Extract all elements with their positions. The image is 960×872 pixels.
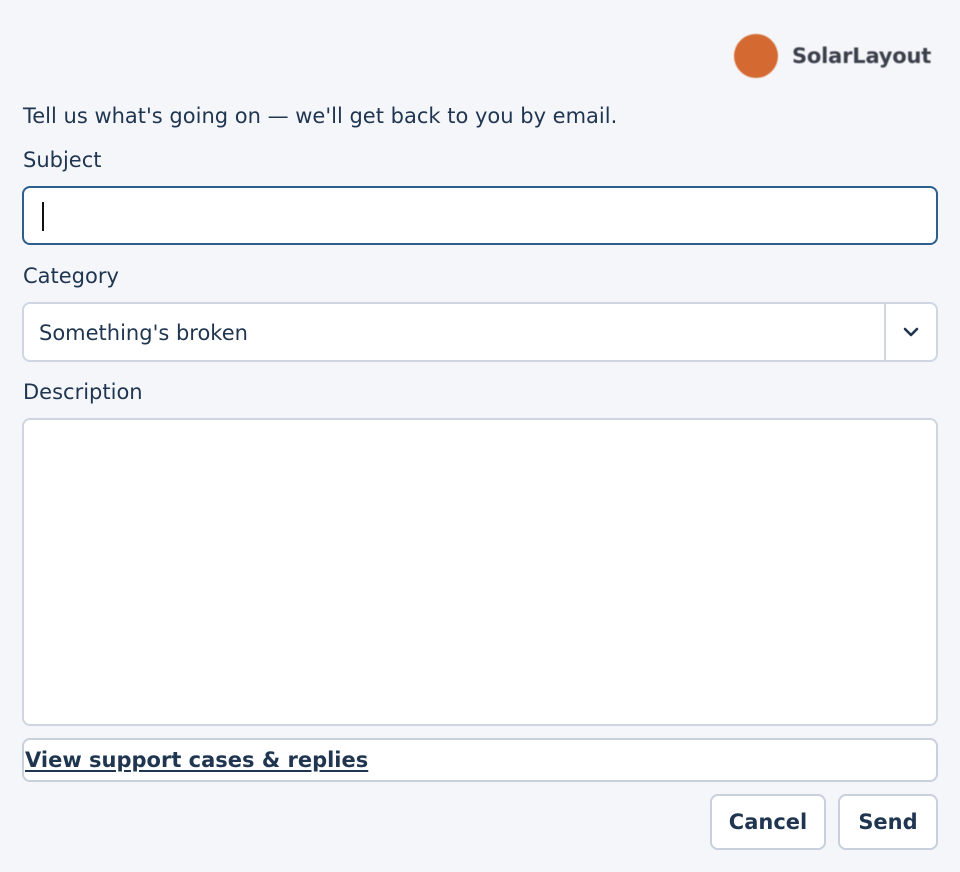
intro-text: Tell us what's going on — we'll get back… [23,104,618,128]
description-textarea[interactable] [22,418,938,726]
support-form-page: SolarLayout Tell us what's going on — we… [0,0,960,872]
category-select[interactable]: Something's broken [22,302,938,362]
description-label: Description [23,380,143,404]
support-link-box: View support cases & replies [22,738,938,782]
chevron-down-icon[interactable] [900,321,922,343]
view-support-cases-link[interactable]: View support cases & replies [25,748,368,772]
select-divider [884,304,886,360]
subject-input[interactable] [22,186,938,245]
text-caret [42,202,44,231]
category-label: Category [23,264,119,288]
brand-logo [734,34,778,78]
brand-name: SolarLayout [792,44,932,68]
subject-label: Subject [23,148,102,172]
category-selected-value: Something's broken [39,321,248,345]
send-button[interactable]: Send [838,794,938,850]
brand: SolarLayout [734,34,931,78]
cancel-button[interactable]: Cancel [710,794,826,850]
